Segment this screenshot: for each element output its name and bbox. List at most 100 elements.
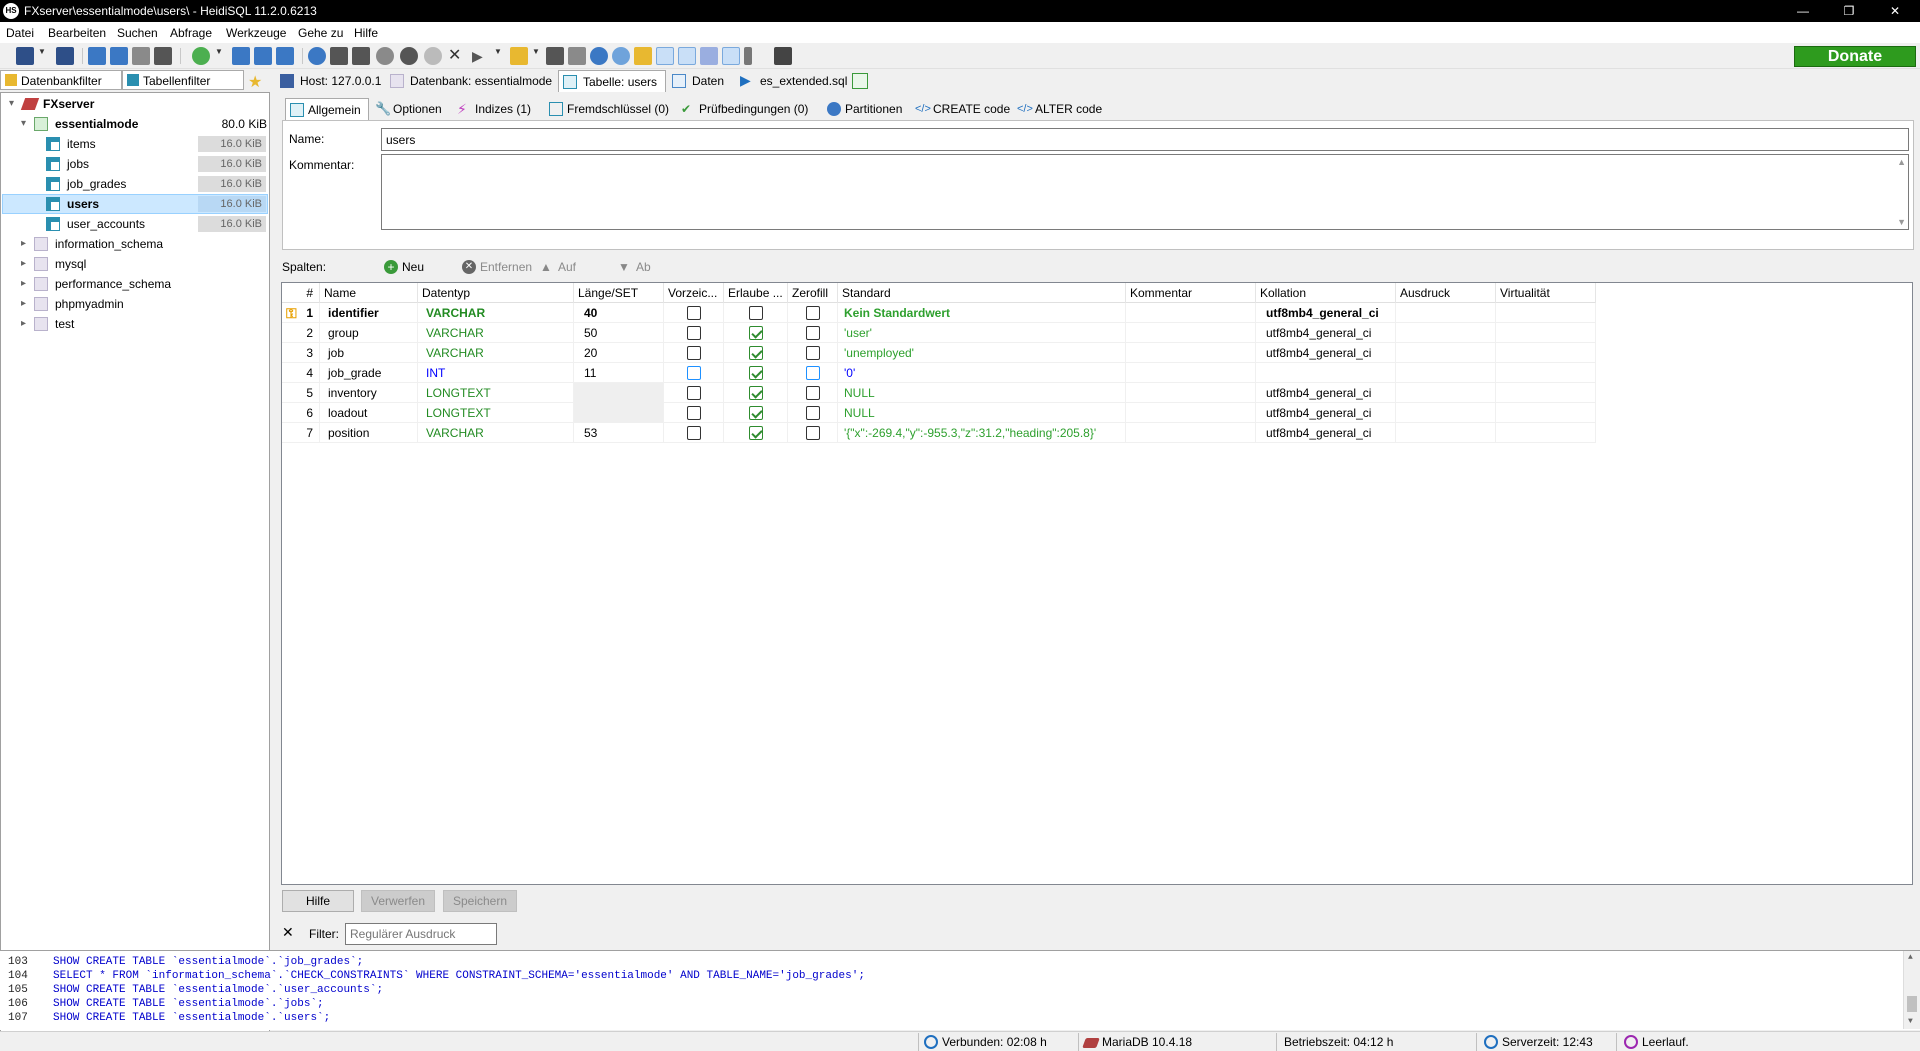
cell-num[interactable]: 1	[282, 303, 320, 323]
list-icon[interactable]	[700, 47, 718, 65]
cell-name[interactable]: group	[320, 323, 418, 343]
header-comment[interactable]: Kommentar	[1126, 283, 1256, 303]
binary-icon[interactable]	[678, 47, 696, 65]
cell-allow-null[interactable]	[724, 363, 788, 383]
cell-allow-null[interactable]	[724, 403, 788, 423]
restore-icon[interactable]: ❐	[1826, 0, 1872, 22]
move-down-button[interactable]: ▼ Ab	[618, 259, 651, 275]
unsigned-checkbox[interactable]	[687, 326, 701, 340]
discard-button[interactable]: Verwerfen	[361, 890, 435, 912]
print-icon[interactable]	[154, 47, 172, 65]
filter-input[interactable]	[345, 923, 497, 945]
cell-unsigned[interactable]	[664, 323, 724, 343]
zerofill-checkbox[interactable]	[806, 366, 820, 380]
cell-collation[interactable]: utf8mb4_general_ci	[1256, 303, 1396, 323]
chevron-down-icon[interactable]: ▾	[21, 117, 31, 131]
menu-datei[interactable]: Datei	[6, 26, 34, 40]
header-length[interactable]: Länge/SET	[574, 283, 664, 303]
cell-length[interactable]: 11	[574, 363, 664, 383]
clear-icon[interactable]	[634, 47, 652, 65]
zerofill-checkbox[interactable]	[806, 386, 820, 400]
header-zerofill[interactable]: Zerofill	[788, 283, 838, 303]
zerofill-checkbox[interactable]	[806, 406, 820, 420]
cell-default[interactable]: NULL	[838, 403, 1126, 423]
tab-indexes[interactable]: ⚡ Indizes (1)	[453, 98, 543, 120]
cell-virtuality[interactable]	[1496, 403, 1596, 423]
save-as-icon[interactable]	[568, 47, 586, 65]
cell-num[interactable]: 6	[282, 403, 320, 423]
cell-allow-null[interactable]	[724, 303, 788, 323]
add-column-button[interactable]: + Neu	[384, 259, 424, 275]
tree-db-performance-schema[interactable]: performance_schema	[55, 275, 171, 293]
zerofill-checkbox[interactable]	[806, 346, 820, 360]
cell-collation[interactable]: utf8mb4_general_ci	[1256, 423, 1396, 443]
cell-unsigned[interactable]	[664, 363, 724, 383]
cell-unsigned[interactable]	[664, 423, 724, 443]
cell-length[interactable]: 40	[574, 303, 664, 323]
copy-icon[interactable]	[88, 47, 106, 65]
cell-expression[interactable]	[1396, 343, 1496, 363]
cell-expression[interactable]	[1396, 383, 1496, 403]
cell-length[interactable]: 20	[574, 343, 664, 363]
cell-name[interactable]: identifier	[320, 303, 418, 323]
move-up-button[interactable]: ▲ Auf	[540, 259, 576, 275]
table-row[interactable]: ⚿ 1 identifier VARCHAR 40 Kein Standardwert ut…	[282, 303, 1596, 323]
cell-comment[interactable]	[1126, 303, 1256, 323]
cell-num[interactable]: 5	[282, 383, 320, 403]
cell-length[interactable]: 50	[574, 323, 664, 343]
remove-column-button[interactable]: ✕ Entfernen	[462, 259, 532, 275]
cell-zerofill[interactable]	[788, 383, 838, 403]
maintenance-icon[interactable]	[254, 47, 272, 65]
save-sql-icon[interactable]	[546, 47, 564, 65]
cell-num[interactable]: 3	[282, 343, 320, 363]
scroll-up-icon[interactable]: ▲	[1908, 953, 1913, 962]
cancel-record-icon[interactable]: ✕	[448, 47, 466, 65]
unsigned-checkbox[interactable]	[687, 426, 701, 440]
cell-comment[interactable]	[1126, 363, 1256, 383]
cell-expression[interactable]	[1396, 323, 1496, 343]
chevron-down-icon[interactable]: ▼	[38, 47, 46, 65]
table-row[interactable]: 5 inventory LONGTEXT NULL utf8mb4_general_ci	[282, 383, 1596, 403]
cell-virtuality[interactable]	[1496, 343, 1596, 363]
find-icon[interactable]	[590, 47, 608, 65]
table-filter-tab[interactable]: Tabellenfilter	[122, 70, 244, 90]
menu-suchen[interactable]: Suchen	[117, 26, 158, 40]
more-icon[interactable]	[744, 47, 752, 65]
cell-type[interactable]: INT	[418, 363, 574, 383]
cell-num[interactable]: 2	[282, 323, 320, 343]
cell-type[interactable]: VARCHAR	[418, 323, 574, 343]
minimize-icon[interactable]: —	[1780, 0, 1826, 22]
run-icon[interactable]: ▶	[472, 47, 490, 65]
zerofill-checkbox[interactable]	[806, 426, 820, 440]
allow-null-checkbox[interactable]	[749, 426, 763, 440]
chevron-down-icon[interactable]: ▼	[532, 47, 540, 65]
zerofill-checkbox[interactable]	[806, 306, 820, 320]
table-row[interactable]: 2 group VARCHAR 50 'user' utf8mb4_general_ci	[282, 323, 1596, 343]
chevron-right-icon[interactable]: ▸	[21, 317, 31, 331]
cell-comment[interactable]	[1126, 403, 1256, 423]
tab-data[interactable]: Daten	[668, 70, 734, 92]
favorite-star-icon[interactable]: ★	[248, 72, 262, 92]
cell-unsigned[interactable]	[664, 403, 724, 423]
chevron-down-icon[interactable]: ▼	[494, 47, 502, 65]
cell-collation[interactable]	[1256, 363, 1396, 383]
tab-query[interactable]: ▶ es_extended.sql	[736, 70, 852, 92]
cell-num[interactable]: 7	[282, 423, 320, 443]
tree-db-test[interactable]: test	[55, 315, 74, 333]
undo-icon[interactable]	[132, 47, 150, 65]
session-manager-icon[interactable]	[16, 47, 34, 65]
cell-comment[interactable]	[1126, 383, 1256, 403]
last-record-icon[interactable]	[352, 47, 370, 65]
header-expression[interactable]: Ausdruck	[1396, 283, 1496, 303]
tab-checks[interactable]: ✔ Prüfbedingungen (0)	[677, 98, 821, 120]
cell-default[interactable]: 'unemployed'	[838, 343, 1126, 363]
cell-virtuality[interactable]	[1496, 303, 1596, 323]
cell-unsigned[interactable]	[664, 303, 724, 323]
cell-zerofill[interactable]	[788, 343, 838, 363]
cell-expression[interactable]	[1396, 403, 1496, 423]
cell-zerofill[interactable]	[788, 323, 838, 343]
chevron-right-icon[interactable]: ▸	[21, 277, 31, 291]
cell-expression[interactable]	[1396, 363, 1496, 383]
tree-db-mysql[interactable]: mysql	[55, 255, 86, 273]
tree-database[interactable]: essentialmode	[55, 115, 138, 133]
